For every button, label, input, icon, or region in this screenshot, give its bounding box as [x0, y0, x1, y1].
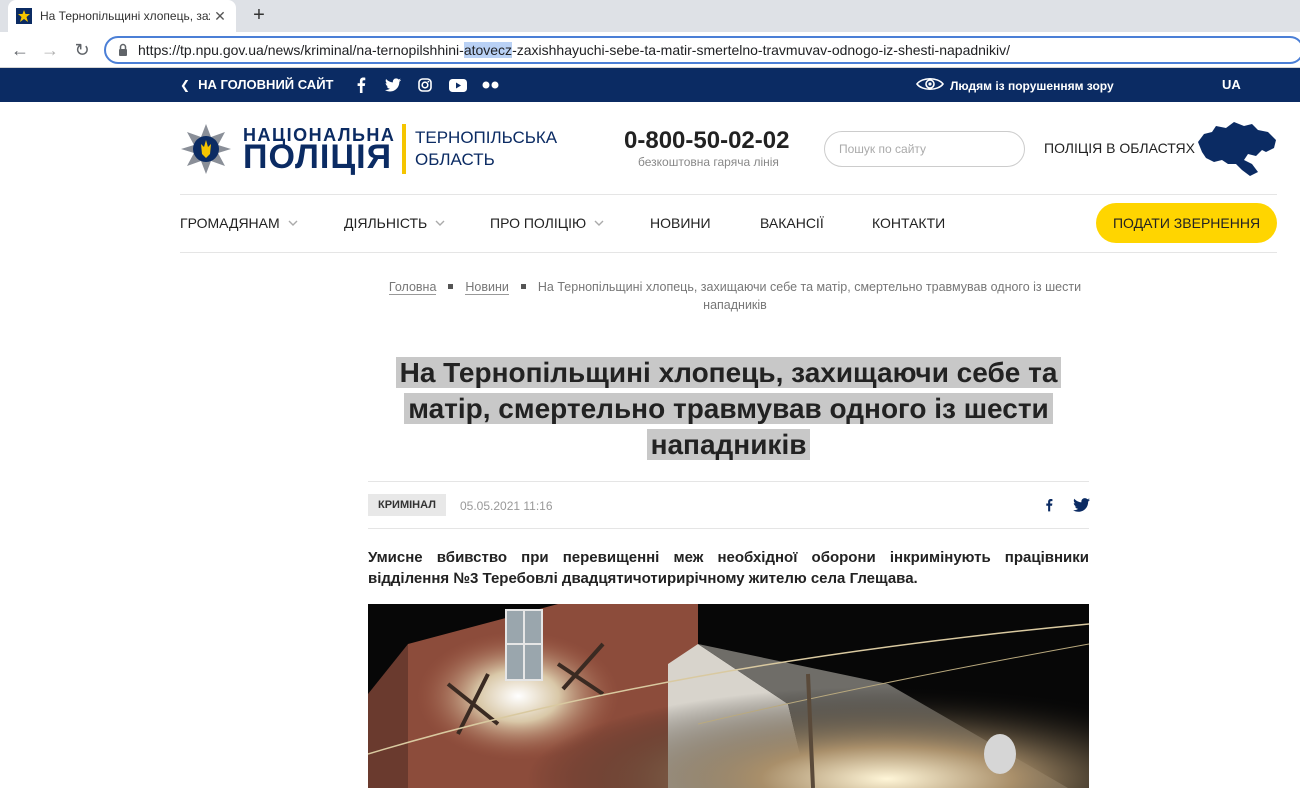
browser-toolbar: ← → ↻ https://tp.npu.gov.ua/news/krimina…	[0, 32, 1300, 68]
breadcrumb-current: На Тернопільщині хлопець, захищаючи себе…	[537, 280, 1082, 312]
submit-appeal-button[interactable]: ПОДАТИ ЗВЕРНЕННЯ	[1096, 203, 1277, 243]
new-tab-button[interactable]: +	[248, 4, 270, 26]
breadcrumb-separator	[520, 284, 526, 290]
regions-link[interactable]: ПОЛІЦІЯ В ОБЛАСТЯХ	[1044, 140, 1195, 156]
accessibility-link[interactable]: Людям із порушенням зору	[916, 76, 1114, 95]
menu-item-news[interactable]: НОВИНИ	[650, 215, 711, 231]
menu-divider	[180, 252, 1277, 253]
hotline-caption: безкоштовна гаряча лінія	[638, 155, 779, 169]
logo-divider	[402, 124, 406, 174]
lock-icon	[116, 43, 130, 57]
menu-item-activity[interactable]: ДІЯЛЬНІСТЬ	[344, 215, 445, 231]
region-name: ТЕРНОПІЛЬСЬКА ОБЛАСТЬ	[415, 128, 558, 169]
site-topbar: ❮ НА ГОЛОВНИЙ САЙТ Людям із порушенням з…	[0, 68, 1300, 102]
flickr-icon[interactable]	[482, 76, 500, 94]
breadcrumb-home[interactable]: Головна	[388, 280, 437, 295]
chevron-down-icon	[594, 220, 604, 226]
meta-divider-bottom	[368, 528, 1089, 529]
browser-tab[interactable]: На Тернопільщині хлопець, зах ✕	[8, 0, 236, 32]
url-text: https://tp.npu.gov.ua/news/kriminal/na-t…	[138, 42, 1011, 58]
article-lead: Умисне вбивство при перевищенні меж необ…	[368, 549, 1089, 587]
hotline-number[interactable]: 0-800-50-02-02	[624, 127, 789, 155]
address-bar[interactable]: https://tp.npu.gov.ua/news/kriminal/na-t…	[104, 36, 1300, 64]
menu-item-contacts[interactable]: КОНТАКТИ	[872, 215, 945, 231]
facebook-icon[interactable]	[352, 76, 370, 94]
ukraine-map-icon[interactable]	[1196, 120, 1278, 178]
police-favicon-icon	[16, 8, 32, 24]
category-badge[interactable]: КРИМІНАЛ	[368, 494, 446, 516]
youtube-icon[interactable]	[449, 76, 467, 94]
chevron-left-icon: ❮	[180, 77, 191, 92]
share-facebook-icon[interactable]	[1040, 496, 1058, 514]
header-divider	[180, 194, 1277, 195]
article-title: На Тернопільщині хлопець, захищаючи себе…	[368, 355, 1089, 463]
chevron-down-icon	[435, 220, 445, 226]
language-switch[interactable]: UA	[1222, 77, 1241, 92]
reload-icon[interactable]: ↻	[70, 38, 94, 62]
breadcrumb-separator	[448, 284, 454, 290]
share-twitter-icon[interactable]	[1072, 496, 1090, 514]
breadcrumb-news[interactable]: Новини	[465, 280, 509, 295]
article-photo	[368, 604, 1089, 788]
menu-item-about[interactable]: ПРО ПОЛІЦІЮ	[490, 215, 604, 231]
close-tab-icon[interactable]: ✕	[212, 8, 228, 24]
tab-title: На Тернопільщині хлопець, зах	[40, 9, 210, 23]
menu-item-vacancies[interactable]: ВАКАНСІЇ	[760, 215, 824, 231]
main-site-link[interactable]: ❮ НА ГОЛОВНИЙ САЙТ	[180, 77, 333, 92]
forward-icon[interactable]: →	[38, 38, 62, 62]
menu-item-citizens[interactable]: ГРОМАДЯНАМ	[180, 215, 298, 231]
twitter-icon[interactable]	[384, 76, 402, 94]
back-icon[interactable]: ←	[8, 38, 32, 62]
publish-date: 05.05.2021 11:16	[460, 499, 553, 513]
chevron-down-icon	[288, 220, 298, 226]
breadcrumb: Головна Новини На Тернопільщині хлопець, з…	[380, 278, 1090, 314]
browser-tabstrip: На Тернопільщині хлопець, зах ✕ +	[0, 0, 1300, 32]
instagram-icon[interactable]	[416, 76, 434, 94]
logo-text-police: ПОЛІЦІЯ	[243, 138, 393, 176]
eye-icon	[916, 76, 944, 95]
site-search-input[interactable]	[824, 131, 1025, 167]
police-star-logo-icon[interactable]	[180, 123, 232, 175]
meta-divider-top	[368, 481, 1089, 482]
